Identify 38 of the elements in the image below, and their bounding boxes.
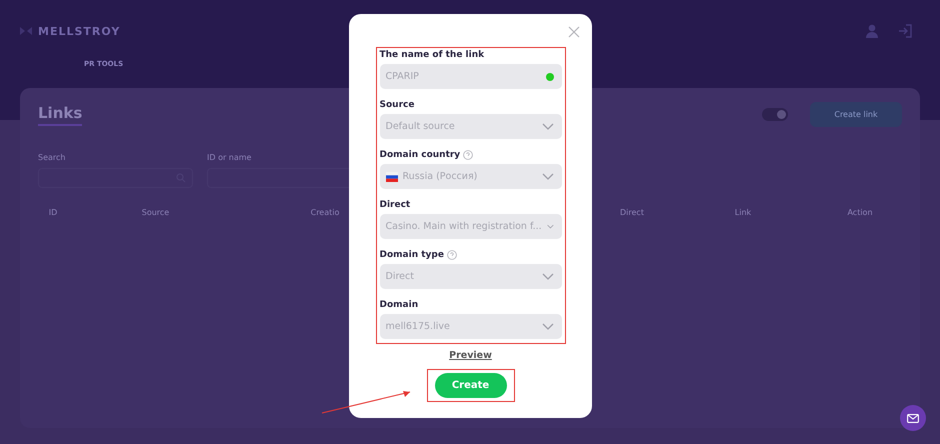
page-title: Links: [38, 104, 82, 126]
field-label: Direct: [380, 200, 410, 210]
select-field[interactable]: Casino. Main with registration f...: [380, 214, 562, 239]
logo[interactable]: MELLSTROY: [20, 24, 120, 38]
chevron-down-icon: [542, 323, 554, 330]
select-field[interactable]: mell6175.live: [380, 314, 562, 339]
chevron-down-icon: [542, 273, 554, 280]
chevron-down-icon: [542, 173, 554, 180]
filter-label: Search: [38, 153, 66, 162]
field-label: The name of the link: [380, 50, 484, 60]
create-link-button[interactable]: Create link: [810, 102, 902, 127]
field-label: Domain type: [380, 250, 444, 260]
column-header: Link: [734, 208, 752, 217]
column-header: Direct: [619, 208, 645, 217]
field-label: Domain: [380, 300, 418, 310]
column-header: Action: [846, 208, 874, 217]
chevron-down-icon: [546, 223, 554, 230]
close-icon[interactable]: [568, 26, 580, 38]
select-field[interactable]: Russia (Россия): [380, 164, 562, 189]
logout-icon[interactable]: [898, 24, 912, 38]
column-header: Source: [140, 208, 170, 217]
select-field[interactable]: Direct: [380, 264, 562, 289]
filter-label: ID or name: [207, 153, 252, 162]
user-icon[interactable]: [866, 24, 878, 38]
mail-button[interactable]: [900, 405, 926, 431]
mail-icon: [907, 414, 919, 422]
logo-text: MELLSTROY: [38, 24, 120, 38]
preview-link[interactable]: Preview: [449, 350, 492, 361]
field-label: Domain country: [380, 150, 460, 160]
chevron-down-icon: [542, 123, 554, 130]
notification-toggle[interactable]: [762, 108, 788, 121]
create-button[interactable]: Create: [434, 373, 506, 398]
input-field[interactable]: CPARIP: [380, 64, 562, 89]
field-label: Source: [380, 100, 414, 110]
select-field[interactable]: Default source: [380, 114, 562, 139]
logo-icon: [20, 27, 32, 35]
column-header: Creatio: [310, 208, 340, 217]
column-header: ID: [48, 208, 58, 217]
